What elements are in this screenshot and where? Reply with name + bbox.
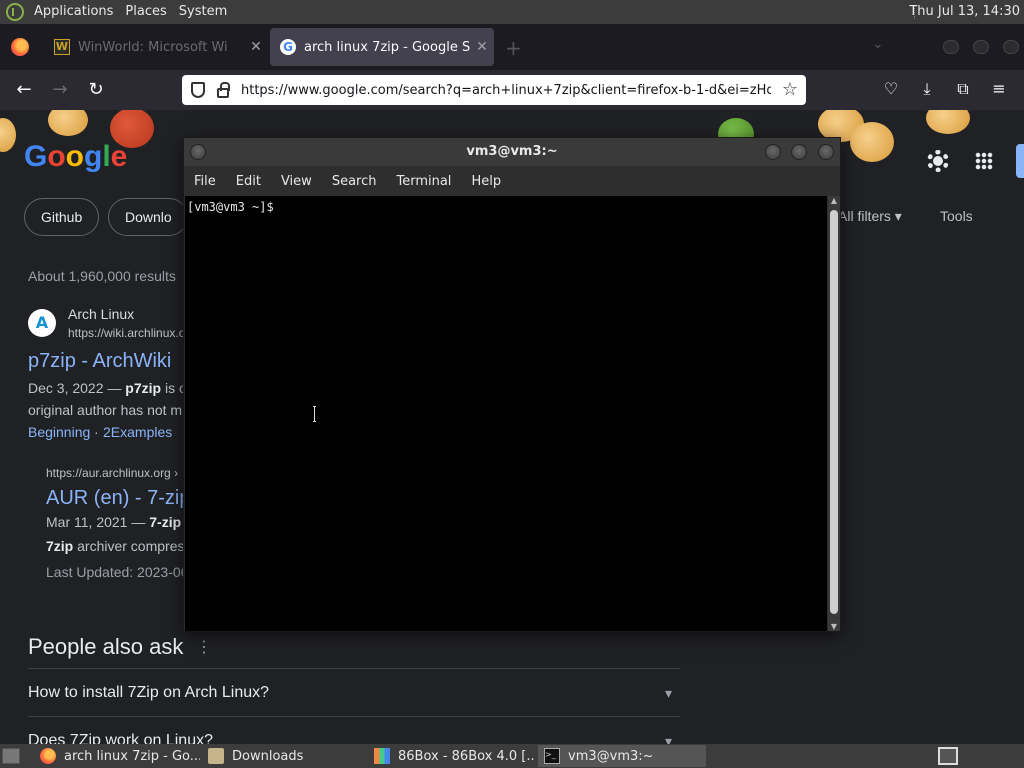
firefox-icon [40, 748, 56, 764]
terminal-menubar: File Edit View Search Terminal Help [184, 166, 840, 196]
tab-title: WinWorld: Microsoft Wi [78, 39, 228, 55]
lock-icon[interactable] [217, 81, 230, 98]
result-snippet-line: original author has not m [28, 402, 183, 418]
window-menu-button[interactable] [190, 144, 206, 160]
result-last-updated: Last Updated: 2023-06 [46, 564, 189, 580]
terminal-icon: >_ [544, 748, 560, 764]
tracking-shield-icon[interactable] [191, 82, 205, 98]
tab-title: arch linux 7zip - Google Sear [304, 39, 470, 55]
workspace-switcher[interactable] [938, 747, 958, 765]
settings-gear-icon[interactable] [927, 150, 949, 172]
menu-search[interactable]: Search [322, 174, 387, 189]
result-snippet: Mar 11, 2021 — 7-zip [46, 514, 182, 530]
terminal-window[interactable]: vm3@vm3:~ File Edit View Search Terminal… [183, 137, 841, 632]
chevron-down-icon: ▾ [664, 685, 672, 701]
menu-system[interactable]: System [173, 0, 233, 24]
terminal-output[interactable]: [vm3@vm3 ~]$ [185, 196, 827, 631]
menu-terminal[interactable]: Terminal [386, 174, 461, 189]
people-also-ask-heading: People also ask [28, 634, 184, 659]
browser-tab-strip: W WinWorld: Microsoft Wi ✕ G arch linux … [0, 24, 1024, 70]
86box-icon [374, 748, 390, 764]
tab-winworld[interactable]: W WinWorld: Microsoft Wi ✕ [44, 28, 268, 66]
task-firefox[interactable]: arch linux 7zip - Go... [34, 745, 200, 767]
result-snippet: Dec 3, 2022 — p7zip is c [28, 380, 186, 396]
navigation-toolbar: ← → ↻ https://www.google.com/search?q=ar… [0, 70, 1024, 110]
doodle-decoration [0, 118, 16, 152]
result-stats: About 1,960,000 results [28, 268, 176, 284]
downloads-icon[interactable]: ⤓ [916, 79, 938, 99]
extensions-icon[interactable]: ⧉ [952, 79, 974, 99]
chevron-down-icon: ▾ [664, 733, 672, 744]
text-cursor-icon [313, 406, 316, 422]
google-logo[interactable]: Google [24, 140, 127, 174]
scrollbar-thumb[interactable] [830, 210, 838, 614]
tab-close-icon[interactable]: ✕ [244, 39, 268, 55]
google-favicon-icon: G [280, 39, 296, 55]
show-desktop-icon[interactable] [2, 748, 20, 764]
menu-edit[interactable]: Edit [226, 174, 271, 189]
result-snippet-line: 7zip archiver compres [46, 538, 185, 554]
tab-google-search[interactable]: G arch linux 7zip - Google Sear ✕ [270, 28, 494, 66]
bookmark-star-icon[interactable]: ☆ [782, 79, 798, 100]
window-maximize-button[interactable] [973, 40, 989, 54]
menu-places[interactable]: Places [119, 0, 172, 24]
terminal-titlebar[interactable]: vm3@vm3:~ [184, 138, 840, 166]
paa-question[interactable]: How to install 7Zip on Arch Linux? ▾ [28, 668, 680, 716]
result-url[interactable]: https://wiki.archlinux.o [68, 326, 185, 340]
folder-icon [208, 748, 224, 764]
bottom-taskbar: arch linux 7zip - Go... Downloads 86Box … [0, 744, 1024, 768]
window-close-button[interactable] [1003, 40, 1019, 54]
close-button[interactable] [818, 144, 834, 160]
back-arrow-icon[interactable]: ← [13, 79, 35, 101]
window-minimize-button[interactable] [943, 40, 959, 54]
task-terminal[interactable]: >_ vm3@vm3:~ [538, 745, 706, 767]
hamburger-menu-icon[interactable]: ≡ [988, 79, 1010, 98]
menu-help[interactable]: Help [461, 174, 511, 189]
doodle-decoration [48, 110, 88, 136]
google-apps-grid-icon[interactable] [975, 152, 993, 170]
new-tab-button[interactable]: + [505, 36, 522, 60]
menu-applications[interactable]: Applications [28, 0, 119, 24]
tools-button[interactable]: Tools [940, 208, 973, 224]
list-tabs-chevron-icon[interactable]: ⌄ [872, 36, 884, 52]
distro-logo-icon[interactable] [6, 3, 24, 21]
sign-in-button[interactable] [1016, 144, 1024, 178]
result-title-link[interactable]: p7zip - ArchWiki [28, 350, 171, 373]
tab-close-icon[interactable]: ✕ [470, 39, 494, 55]
sitelink-beginning[interactable]: Beginning [28, 424, 90, 440]
url-text[interactable]: https://www.google.com/search?q=arch+lin… [241, 83, 771, 98]
result-title-link[interactable]: AUR (en) - 7-zip [46, 487, 190, 510]
result-url[interactable]: https://aur.archlinux.org › [46, 466, 178, 480]
arch-linux-logo-icon: A [28, 309, 56, 337]
winworld-favicon-icon: W [54, 39, 70, 55]
pocket-icon[interactable]: ♡ [880, 79, 902, 98]
sitelink-examples[interactable]: 2Examples [103, 424, 172, 440]
sitelink-separator: · [94, 424, 99, 440]
menu-view[interactable]: View [271, 174, 322, 189]
task-86box[interactable]: 86Box - 86Box 4.0 [... [368, 745, 536, 767]
terminal-scrollbar[interactable]: ▲ ▼ [828, 196, 840, 631]
firefox-view-icon[interactable] [11, 38, 29, 56]
maximize-button[interactable] [791, 144, 807, 160]
more-options-icon[interactable]: ⋮ [196, 637, 212, 656]
shell-prompt: [vm3@vm3 ~]$ [187, 200, 274, 214]
minimize-button[interactable] [765, 144, 781, 160]
doodle-decoration [850, 122, 894, 162]
task-downloads[interactable]: Downloads [202, 745, 366, 767]
doodle-decoration [926, 110, 970, 134]
chip-github[interactable]: Github [24, 198, 100, 236]
scroll-down-icon[interactable]: ▼ [828, 622, 840, 631]
chip-download[interactable]: Downlo [108, 198, 188, 236]
scroll-up-icon[interactable]: ▲ [828, 196, 840, 205]
paa-question[interactable]: Does 7Zip work on Linux? ▾ [28, 716, 680, 744]
menu-file[interactable]: File [184, 174, 226, 189]
result-site-name[interactable]: Arch Linux [68, 306, 134, 322]
url-bar[interactable]: https://www.google.com/search?q=arch+lin… [182, 75, 806, 105]
reload-icon[interactable]: ↻ [85, 79, 107, 101]
top-panel: Applications Places System Thu Jul 13, 1… [0, 0, 1024, 24]
all-filters-button[interactable]: All filters ▾ [838, 208, 902, 225]
clock[interactable]: Thu Jul 13, 14:30 [909, 0, 1020, 24]
forward-arrow-icon[interactable]: → [49, 79, 71, 101]
terminal-title: vm3@vm3:~ [466, 144, 558, 159]
